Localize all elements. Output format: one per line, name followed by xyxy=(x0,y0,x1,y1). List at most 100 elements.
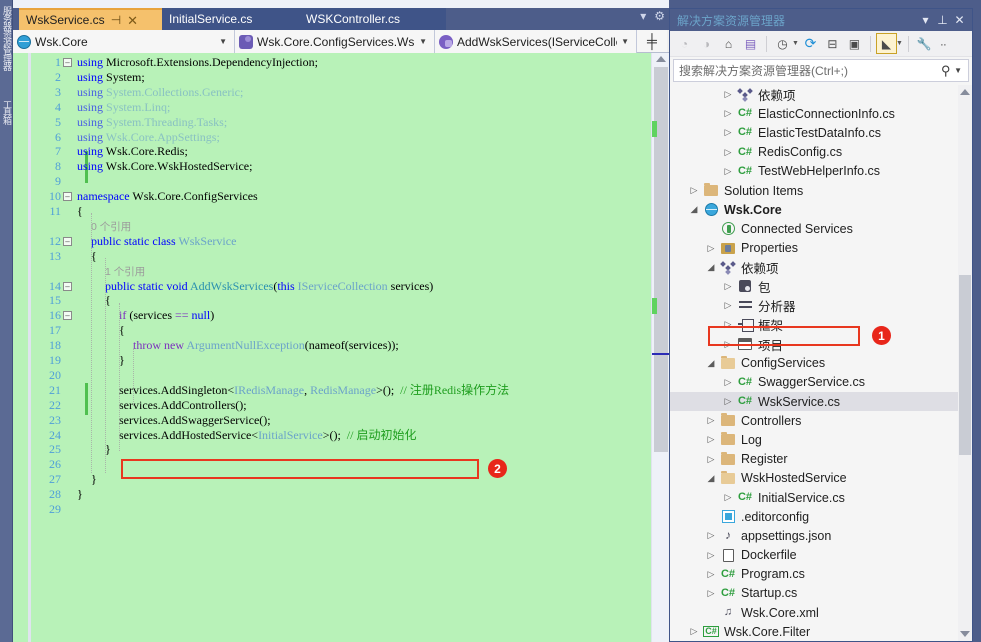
wrench-icon[interactable]: 🔧 xyxy=(914,33,935,54)
gear-icon[interactable]: ⚙ xyxy=(654,10,665,22)
chevron-down-icon[interactable]: ▼ xyxy=(896,40,903,47)
collapse-arrow-icon[interactable]: ▷ xyxy=(721,281,735,291)
collapse-arrow-icon[interactable]: ▷ xyxy=(704,435,718,444)
collapse-arrow-icon[interactable]: ▷ xyxy=(721,320,735,329)
collapse-arrow-icon[interactable]: ▷ xyxy=(704,588,718,598)
editor-vertical-scrollbar[interactable] xyxy=(651,53,670,642)
collapse-arrow-icon[interactable]: ▷ xyxy=(721,397,735,406)
tree-item--[interactable]: ▷ 分析器 xyxy=(670,296,972,315)
solution-tree[interactable]: ▷ 依赖项 ▷ C# ElasticConnectionInfo.cs ▷ C# Elasti… xyxy=(670,85,972,641)
close-icon[interactable]: ✕ xyxy=(127,14,138,27)
reference-count-label[interactable]: 1 个引用 xyxy=(105,266,145,278)
collapse-arrow-icon[interactable]: ▷ xyxy=(704,569,718,579)
tree-item-wsk.core.xml[interactable]: ♫ Wsk.Core.xml xyxy=(670,603,972,622)
tree-item-redisconfig.cs[interactable]: ▷ C# RedisConfig.cs xyxy=(670,143,972,162)
tree-item-.editorconfig[interactable]: .editorconfig xyxy=(670,507,972,526)
tree-item-solution-items[interactable]: ▷ Solution Items xyxy=(670,181,972,200)
navbar-project-dropdown[interactable]: Wsk.Core ▼ xyxy=(13,30,235,53)
tree-item--[interactable]: ▷ 框架 xyxy=(670,315,972,334)
chevron-down-icon[interactable]: ▼ xyxy=(950,66,966,75)
scrollbar-thumb[interactable] xyxy=(959,275,971,455)
search-box[interactable]: ⚲ ▼ xyxy=(673,59,969,82)
tree-item-startup.cs[interactable]: ▷ C# Startup.cs xyxy=(670,584,972,603)
tab-wskservice[interactable]: WskService.cs ⊣ ✕ xyxy=(19,8,162,30)
reference-count-label[interactable]: 0 个引用 xyxy=(91,221,131,233)
tree-item-swaggerservice.cs[interactable]: ▷ C# SwaggerService.cs xyxy=(670,373,972,392)
collapse-arrow-icon[interactable]: ▷ xyxy=(704,550,718,560)
chevron-down-icon[interactable]: ▾ xyxy=(917,14,934,26)
back-arrow-icon[interactable]: ◔ xyxy=(674,33,695,54)
collapse-arrow-icon[interactable]: ▷ xyxy=(721,493,735,502)
tree-item-testwebhelperinfo.cs[interactable]: ▷ C# TestWebHelperInfo.cs xyxy=(670,162,972,181)
collapse-arrow-icon[interactable]: ▷ xyxy=(721,339,735,349)
explorer-vertical-scrollbar[interactable] xyxy=(958,85,972,641)
home-icon[interactable]: ⌂ xyxy=(718,33,739,54)
tree-item-elasticconnectioninfo.cs[interactable]: ▷ C# ElasticConnectionInfo.cs xyxy=(670,104,972,123)
properties-view-icon[interactable]: ◣ xyxy=(875,33,897,54)
scroll-up-arrow-icon[interactable] xyxy=(656,56,666,62)
tree-item-elastictestdatainfo.cs[interactable]: ▷ C# ElasticTestDataInfo.cs xyxy=(670,123,972,142)
tab-initialservice[interactable]: InitialService.cs xyxy=(162,8,299,30)
tree-item-program.cs[interactable]: ▷ C# Program.cs xyxy=(670,565,972,584)
tree-item--[interactable]: ▷ 依赖项 xyxy=(670,85,972,104)
show-all-files-icon[interactable]: ▣ xyxy=(844,33,865,54)
collapse-all-icon[interactable]: ⊟ xyxy=(822,33,843,54)
tree-item-wsk.core[interactable]: ◢ Wsk.Core xyxy=(670,200,972,219)
search-input[interactable] xyxy=(679,63,941,78)
fold-toggle-icon[interactable]: – xyxy=(63,236,72,246)
collapse-arrow-icon[interactable]: ▷ xyxy=(721,90,735,99)
forward-arrow-icon[interactable]: ◑ xyxy=(696,33,717,54)
collapse-arrow-icon[interactable]: ▷ xyxy=(704,454,718,464)
expand-arrow-icon[interactable]: ◢ xyxy=(687,205,701,214)
scroll-up-arrow-icon[interactable] xyxy=(960,89,970,95)
tree-item--[interactable]: ▷ 包 xyxy=(670,277,972,296)
fold-toggle-icon[interactable]: – xyxy=(63,311,72,321)
collapse-arrow-icon[interactable]: ▷ xyxy=(721,109,735,118)
close-icon[interactable]: ✕ xyxy=(951,14,968,26)
navbar-member-dropdown[interactable]: AddWskServices(IServiceColle ▼ xyxy=(435,30,637,53)
tree-item-connected-services[interactable]: Connected Services xyxy=(670,219,972,238)
fold-toggle-icon[interactable]: – xyxy=(63,281,72,291)
collapse-arrow-icon[interactable]: ▷ xyxy=(704,243,718,253)
expand-arrow-icon[interactable]: ◢ xyxy=(704,473,718,483)
tab-wskcontroller[interactable]: WSKController.cs xyxy=(299,8,446,30)
tree-item-initialservice.cs[interactable]: ▷ C# InitialService.cs xyxy=(670,488,972,507)
fold-toggle-icon[interactable]: – xyxy=(63,58,72,67)
collapse-arrow-icon[interactable]: ▷ xyxy=(704,416,718,425)
navbar-type-dropdown[interactable]: Wsk.Core.ConfigServices.Wsk ▼ xyxy=(235,30,435,53)
expand-arrow-icon[interactable]: ◢ xyxy=(704,262,718,272)
chevron-down-icon[interactable]: ▾ xyxy=(640,10,646,22)
scroll-down-arrow-icon[interactable] xyxy=(960,631,970,637)
vertical-tab-server-explorer[interactable]: 服务器资源管理器 xyxy=(0,6,13,86)
fold-toggle-icon[interactable]: – xyxy=(63,192,72,202)
code-editor[interactable]: 1– using Microsoft.Extensions.DependencyI… xyxy=(13,53,670,642)
collapse-arrow-icon[interactable]: ▷ xyxy=(721,147,735,157)
refresh-icon[interactable]: ⟳ xyxy=(800,33,821,54)
tree-item-wskhostedservice[interactable]: ◢ WskHostedService xyxy=(670,469,972,488)
expand-arrow-icon[interactable]: ◢ xyxy=(704,358,718,368)
pin-icon[interactable]: ⊥ xyxy=(934,14,951,26)
tree-item--[interactable]: ▷ 项目 xyxy=(670,334,972,353)
tree-item-dockerfile[interactable]: ▷ Dockerfile xyxy=(670,546,972,565)
collapse-arrow-icon[interactable]: ▷ xyxy=(721,128,735,137)
pending-changes-icon[interactable]: ◷ xyxy=(772,33,793,54)
vs-window-icon[interactable]: ▤ xyxy=(740,33,761,54)
chevron-down-icon[interactable]: ▼ xyxy=(792,40,799,47)
collapse-arrow-icon[interactable]: ▷ xyxy=(687,186,701,195)
tree-item-controllers[interactable]: ▷ Controllers xyxy=(670,411,972,430)
tree-item-wsk.core.filter[interactable]: ▷ C# Wsk.Core.Filter xyxy=(670,622,972,641)
collapse-arrow-icon[interactable]: ▷ xyxy=(721,166,735,176)
tree-item-wskservice.cs[interactable]: ▷ C# WskService.cs xyxy=(670,392,972,412)
tree-item--[interactable]: ◢ 依赖项 xyxy=(670,258,972,277)
pin-icon[interactable]: ⊣ xyxy=(111,14,121,26)
vertical-tab-toolbox[interactable]: 工具箱 xyxy=(0,100,13,148)
tree-item-log[interactable]: ▷ Log xyxy=(670,430,972,449)
tree-item-appsettings.json[interactable]: ▷ ♪ appsettings.json xyxy=(670,526,972,545)
collapse-arrow-icon[interactable]: ▷ xyxy=(687,627,701,636)
overflow-icon[interactable]: ·· xyxy=(940,37,947,51)
split-view-icon[interactable]: ╪ xyxy=(637,30,667,52)
collapse-arrow-icon[interactable]: ▷ xyxy=(704,531,718,540)
tree-item-properties[interactable]: ▷ Properties xyxy=(670,239,972,258)
collapse-arrow-icon[interactable]: ▷ xyxy=(721,377,735,387)
magnifier-icon[interactable]: ⚲ xyxy=(941,63,951,79)
